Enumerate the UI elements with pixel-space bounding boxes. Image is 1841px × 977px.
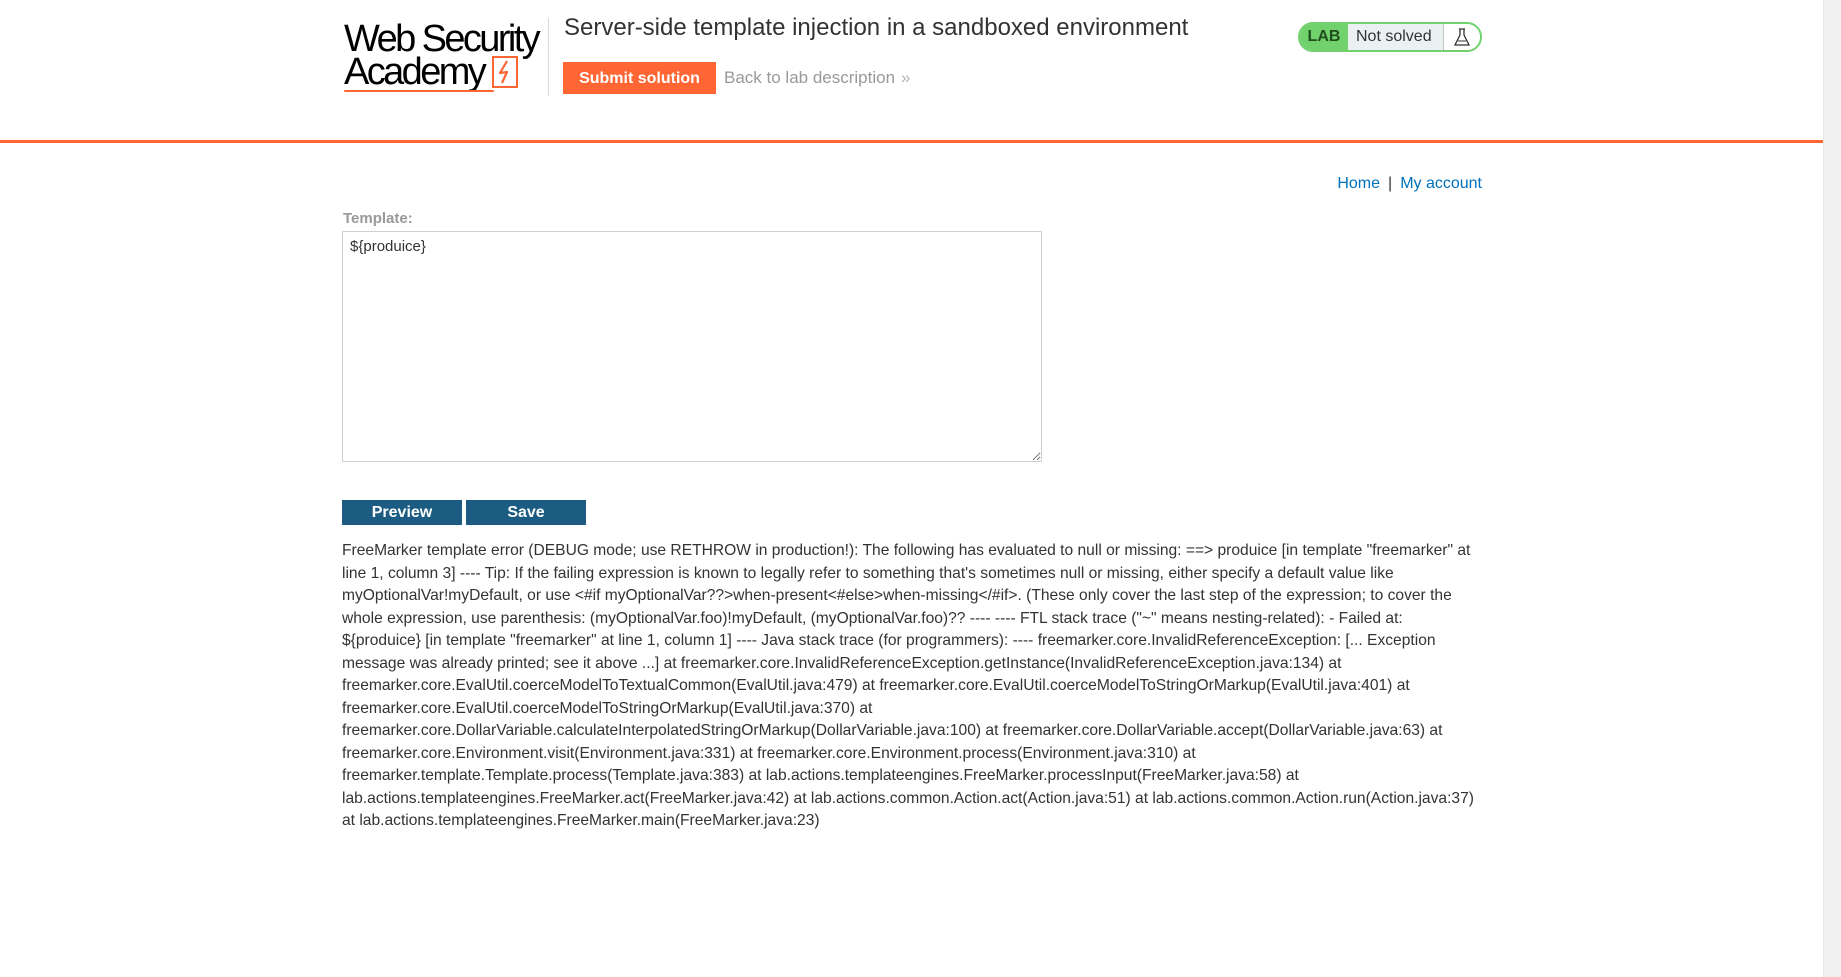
double-chevron-right-icon: » (901, 68, 911, 87)
lab-tag: LAB (1300, 24, 1348, 50)
logo-line-2: Academy (344, 51, 487, 93)
preview-button[interactable]: Preview (342, 500, 462, 525)
top-navigation: Home | My account (1337, 175, 1482, 193)
back-link-label: Back to lab description (724, 68, 896, 87)
my-account-link[interactable]: My account (1400, 175, 1482, 192)
lightning-bolt-icon (492, 56, 518, 88)
home-link[interactable]: Home (1337, 175, 1380, 192)
logo-underline (344, 90, 494, 92)
template-label: Template: (343, 210, 413, 227)
nav-separator: | (1388, 175, 1393, 192)
submit-solution-button[interactable]: Submit solution (563, 62, 716, 94)
lab-status-widget: LAB Not solved (1298, 22, 1482, 52)
save-button[interactable]: Save (466, 500, 586, 525)
lab-title: Server-side template injection in a sand… (564, 14, 1189, 41)
template-textarea[interactable]: ${produice} (342, 231, 1042, 462)
lab-header: Web Security Academy Server-side templat… (0, 0, 1823, 143)
back-to-lab-description-link[interactable]: Back to lab description » (724, 68, 911, 88)
page-scrollbar[interactable] (1823, 0, 1841, 977)
page: Web Security Academy Server-side templat… (0, 0, 1823, 977)
flask-icon (1443, 24, 1480, 50)
lab-status-text: Not solved (1356, 28, 1432, 45)
template-error-output: FreeMarker template error (DEBUG mode; u… (342, 542, 1474, 829)
web-security-academy-logo[interactable]: Web Security Academy (340, 18, 549, 96)
